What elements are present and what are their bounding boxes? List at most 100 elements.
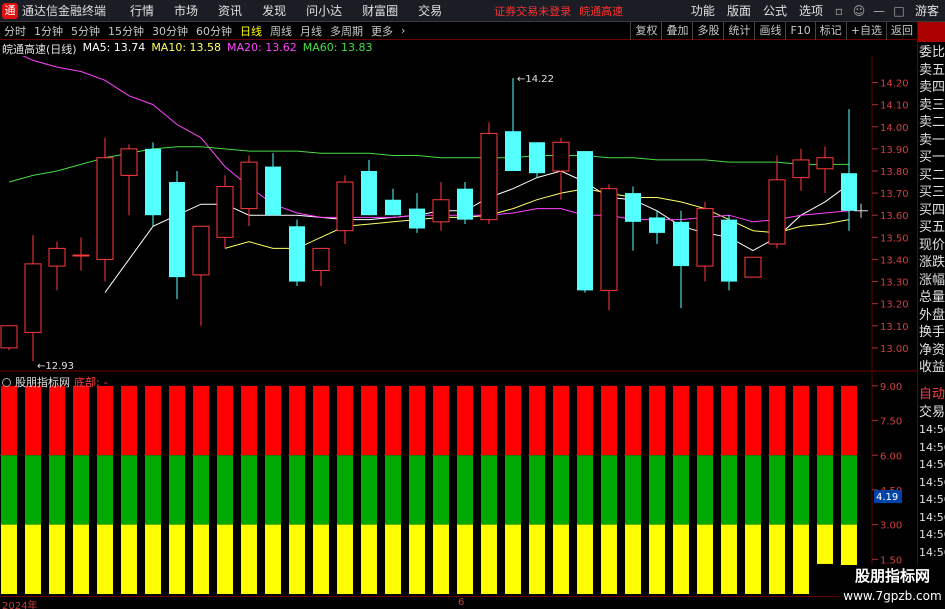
candle[interactable]	[552, 137, 570, 200]
indicator-bar[interactable]	[265, 385, 281, 594]
indicator-bar[interactable]	[433, 385, 449, 594]
user-label[interactable]: 游客	[909, 2, 945, 19]
menu-item-formula[interactable]: 公式	[757, 2, 793, 19]
candle[interactable]	[361, 159, 377, 216]
indicator-toggle-icon[interactable]	[2, 377, 11, 387]
indicator-bar[interactable]	[409, 385, 425, 594]
candle[interactable]	[385, 188, 401, 216]
indicator-bar[interactable]	[505, 385, 521, 594]
indicator-bar[interactable]	[313, 385, 329, 594]
indicator-bar[interactable]	[241, 385, 257, 594]
indicator-bar[interactable]	[385, 385, 401, 594]
menu-item-ask[interactable]: 问小达	[296, 2, 352, 19]
indicator-bar[interactable]	[697, 385, 713, 594]
menu-item-discover[interactable]: 发现	[252, 2, 296, 19]
indicator-bar[interactable]	[73, 385, 89, 594]
indicator-bar[interactable]	[553, 385, 569, 594]
candle[interactable]	[216, 175, 234, 249]
indicator-bar[interactable]	[25, 385, 41, 594]
period-tab-more[interactable]: 更多	[367, 23, 397, 39]
button-multi-stock[interactable]: 多股	[692, 21, 723, 40]
indicator-bar[interactable]	[625, 385, 641, 594]
candle[interactable]	[649, 210, 665, 244]
indicator-bar[interactable]	[337, 385, 353, 594]
indicator-bar[interactable]	[577, 385, 593, 594]
candle[interactable]	[744, 256, 762, 278]
menu-item-news[interactable]: 资讯	[208, 2, 252, 19]
indicator-bar[interactable]	[769, 385, 785, 594]
button-back[interactable]: 返回	[886, 21, 917, 40]
indicator-bar[interactable]	[97, 385, 113, 594]
period-tab-multi[interactable]: 多周期	[326, 23, 367, 39]
menu-item-options[interactable]: 选项	[793, 2, 829, 19]
indicator-bar[interactable]	[193, 385, 209, 594]
candle[interactable]	[48, 241, 66, 291]
indicator-bar[interactable]	[289, 385, 305, 594]
period-tab-15min[interactable]: 15分钟	[104, 23, 148, 39]
candle[interactable]	[505, 78, 521, 171]
minimize-icon[interactable]: —	[869, 4, 889, 18]
indicator-bar[interactable]	[817, 385, 833, 564]
candle[interactable]	[792, 148, 810, 191]
period-tab-intraday[interactable]: 分时	[0, 23, 30, 39]
indicator-chart[interactable]: 9.007.506.004.503.001.504.19	[0, 372, 917, 596]
chevron-right-icon[interactable]: ›	[397, 24, 409, 37]
candle[interactable]	[841, 109, 857, 231]
menu-item-layout[interactable]: 版面	[721, 2, 757, 19]
period-tab-daily[interactable]: 日线	[236, 23, 266, 39]
indicator-bar[interactable]	[361, 385, 377, 594]
candle[interactable]	[600, 184, 618, 311]
menu-item-function[interactable]: 功能	[685, 2, 721, 19]
candle[interactable]	[169, 170, 185, 300]
skin-icon[interactable]: ▫	[829, 4, 849, 18]
menu-item-markets[interactable]: 市场	[164, 2, 208, 19]
button-f10[interactable]: F10	[785, 21, 814, 40]
indicator-bar[interactable]	[457, 385, 473, 594]
candle[interactable]	[409, 193, 425, 233]
candle[interactable]	[432, 182, 450, 231]
indicator-bar[interactable]	[481, 385, 497, 594]
period-tab-60min[interactable]: 60分钟	[192, 23, 236, 39]
trade-tab-label[interactable]: 自动	[919, 386, 945, 403]
indicator-bar[interactable]	[841, 385, 857, 590]
indicator-bar[interactable]	[145, 385, 161, 594]
candle[interactable]	[312, 247, 330, 286]
candle[interactable]	[72, 237, 90, 271]
period-tab-5min[interactable]: 5分钟	[67, 23, 104, 39]
candle[interactable]	[457, 182, 473, 225]
candle[interactable]	[336, 175, 354, 244]
candlestick-chart[interactable]: 14.20 14.10 14.00 13.90 13.80 13.70 13.60 13.50…	[0, 56, 917, 372]
candle[interactable]	[120, 144, 138, 216]
candle[interactable]	[673, 210, 689, 309]
indicator-bar[interactable]	[673, 385, 689, 594]
menu-item-wealth[interactable]: 财富圈	[352, 2, 408, 19]
login-warning[interactable]: 证券交易未登录	[494, 3, 571, 19]
indicator-bar[interactable]	[121, 385, 137, 594]
candle[interactable]	[192, 225, 210, 326]
candle[interactable]	[480, 122, 498, 225]
period-tab-30min[interactable]: 30分钟	[148, 23, 192, 39]
period-tab-monthly[interactable]: 月线	[296, 23, 326, 39]
button-draw-line[interactable]: 画线	[754, 21, 785, 40]
button-restore-rights[interactable]: 复权	[630, 21, 661, 40]
candle[interactable]	[768, 155, 786, 249]
menu-item-market[interactable]: 行情	[120, 2, 164, 19]
candle[interactable]	[24, 235, 42, 362]
button-mark[interactable]: 标记	[814, 21, 846, 40]
indicator-bar[interactable]	[529, 385, 545, 594]
candle[interactable]	[265, 153, 281, 216]
indicator-bar[interactable]	[169, 385, 185, 594]
candle[interactable]	[0, 325, 18, 351]
user-icon[interactable]: ☺	[849, 4, 869, 18]
candle[interactable]	[816, 146, 834, 194]
candle[interactable]	[721, 215, 737, 291]
candle[interactable]	[145, 142, 161, 227]
candle[interactable]	[625, 186, 641, 251]
indicator-bar[interactable]	[793, 385, 809, 594]
indicator-bar[interactable]	[217, 385, 233, 594]
candle[interactable]	[696, 201, 714, 282]
indicator-bar[interactable]	[49, 385, 65, 594]
indicator-title[interactable]: 股朋指标网	[15, 374, 70, 390]
trade-tab-label[interactable]: 交易	[919, 404, 945, 421]
panel-toggle-icon[interactable]	[918, 22, 945, 42]
